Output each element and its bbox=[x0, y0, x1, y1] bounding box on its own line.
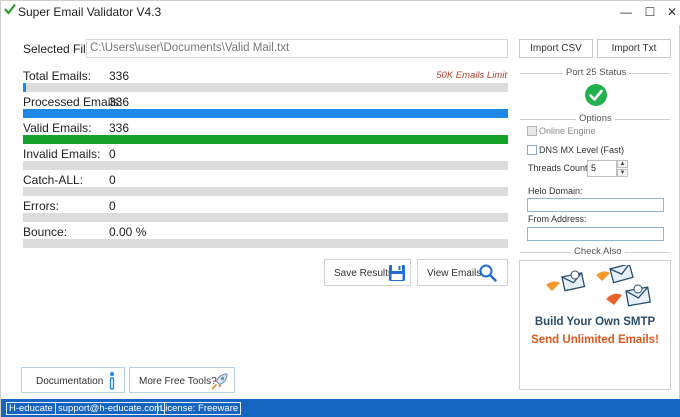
stat-value-total: 336 bbox=[109, 69, 130, 83]
info-icon bbox=[109, 372, 115, 390]
threads-up-arrow-icon[interactable]: ▲ bbox=[617, 160, 628, 168]
dns-mx-label: DNS MX Level (Fast) bbox=[539, 145, 625, 155]
selected-file-label: Selected File: bbox=[23, 42, 96, 56]
window-title: Super Email Validator V4.3 bbox=[18, 5, 162, 19]
progress-bar-invalid bbox=[23, 161, 508, 170]
ad-title: Build Your Own SMTP bbox=[534, 316, 656, 328]
progress-bar-errors bbox=[23, 213, 508, 222]
more-free-tools-button[interactable]: More Free Tools? bbox=[129, 367, 235, 393]
app-check-icon bbox=[4, 3, 16, 15]
view-emails-button[interactable]: View Emails bbox=[417, 259, 508, 286]
stat-value-bounce: 0.00 % bbox=[109, 225, 147, 239]
stat-value-processed: 336 bbox=[109, 95, 130, 109]
stat-label-valid: Valid Emails: bbox=[23, 121, 92, 135]
progress-fill-total bbox=[23, 83, 26, 92]
stat-label-processed: Processed Emails: bbox=[23, 95, 123, 109]
stat-label-bounce: Bounce: bbox=[23, 225, 68, 239]
progress-bar-catch-all bbox=[23, 187, 508, 196]
stat-value-catch-all: 0 bbox=[109, 173, 116, 187]
status-bar: H-educate support@h-educate.com License:… bbox=[1, 399, 680, 417]
documentation-label: Documentation bbox=[36, 376, 104, 387]
stat-value-invalid: 0 bbox=[109, 147, 116, 161]
stat-label-total: Total Emails: bbox=[23, 69, 92, 83]
documentation-button[interactable]: Documentation bbox=[21, 367, 125, 393]
rocket-icon bbox=[211, 373, 228, 390]
flying-envelopes-icon bbox=[546, 265, 652, 307]
threads-count-input[interactable]: 5 bbox=[587, 160, 617, 177]
progress-fill-processed bbox=[23, 109, 508, 118]
maximize-button[interactable]: ☐ bbox=[639, 3, 661, 21]
import-txt-button[interactable]: Import Txt bbox=[597, 39, 671, 58]
emails-limit-note: 50K Emails Limit bbox=[436, 70, 507, 81]
stat-label-errors: Errors: bbox=[23, 199, 59, 213]
license-label: License: Freeware bbox=[157, 402, 242, 415]
selected-file-field[interactable]: C:\Users\user\Documents\Valid Mail.txt bbox=[86, 39, 508, 58]
helo-domain-input[interactable] bbox=[527, 198, 664, 212]
from-address-label: From Address: bbox=[528, 214, 587, 224]
online-engine-label: Online Engine bbox=[539, 126, 596, 136]
more-free-tools-label: More Free Tools? bbox=[139, 376, 217, 387]
app-window: Super Email Validator V4.3 — ☐ ✕ Selecte… bbox=[0, 0, 680, 417]
from-address-input[interactable] bbox=[527, 227, 664, 241]
magnifier-icon bbox=[479, 264, 497, 282]
dns-mx-checkbox-box bbox=[527, 145, 537, 155]
support-email-link[interactable]: support@h-educate.com bbox=[55, 402, 166, 415]
close-button[interactable]: ✕ bbox=[661, 3, 680, 21]
minimize-button[interactable]: — bbox=[615, 3, 637, 21]
progress-fill-valid bbox=[23, 135, 508, 144]
stat-value-valid: 336 bbox=[109, 121, 130, 135]
stat-label-catch-all: Catch-ALL: bbox=[23, 173, 84, 187]
check-also-title: Check Also bbox=[571, 246, 625, 257]
stat-label-invalid: Invalid Emails: bbox=[23, 147, 101, 161]
smtp-ad-banner[interactable]: Build Your Own SMTP Send Unlimited Email… bbox=[519, 260, 671, 390]
threads-down-arrow-icon[interactable]: ▼ bbox=[617, 169, 628, 177]
floppy-disk-icon bbox=[389, 265, 405, 281]
title-bar: Super Email Validator V4.3 — ☐ ✕ bbox=[1, 1, 680, 25]
green-checkmark-icon bbox=[585, 84, 607, 106]
options-title: Options bbox=[576, 113, 615, 124]
save-results-label: Save Results bbox=[334, 268, 393, 279]
stat-value-errors: 0 bbox=[109, 199, 116, 213]
online-engine-checkbox-box bbox=[527, 126, 537, 136]
company-link[interactable]: H-educate bbox=[6, 402, 56, 415]
threads-count-label: Threads Count: bbox=[528, 163, 591, 173]
helo-domain-label: Helo Domain: bbox=[528, 186, 583, 196]
progress-bar-processed bbox=[23, 109, 508, 118]
ad-subtitle: Send Unlimited Emails! bbox=[531, 334, 659, 346]
save-results-button[interactable]: Save Results bbox=[324, 259, 411, 286]
progress-bar-valid bbox=[23, 135, 508, 144]
import-csv-button[interactable]: Import CSV bbox=[519, 39, 593, 58]
view-emails-label: View Emails bbox=[427, 268, 482, 279]
port-status-title: Port 25 Status bbox=[563, 67, 630, 78]
progress-bar-total bbox=[23, 83, 508, 92]
progress-bar-bounce bbox=[23, 239, 508, 248]
